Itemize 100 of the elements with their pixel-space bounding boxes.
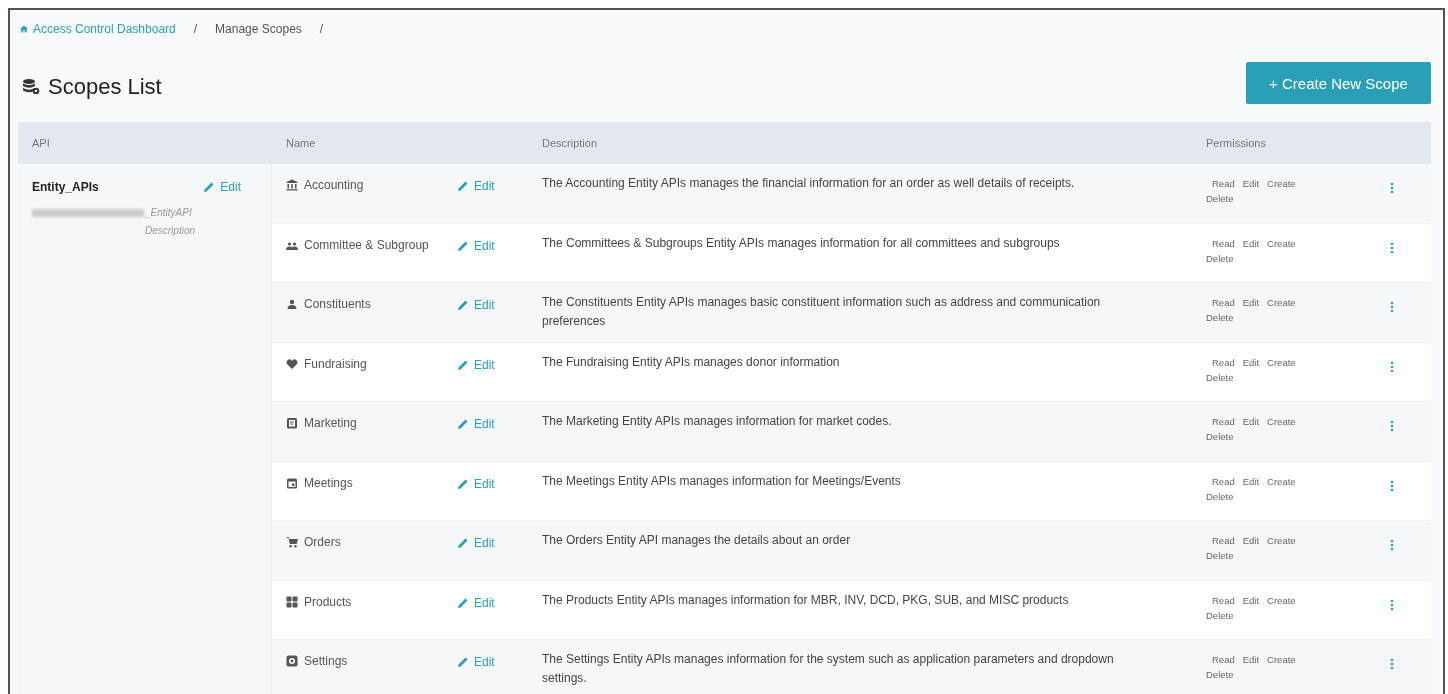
scope-description: The Settings Entity APIs manages information for the system such as application parameters and dropdown settings. xyxy=(542,652,1114,685)
permission-label: Create xyxy=(1267,356,1296,368)
permission-label: Edit xyxy=(1242,535,1260,546)
permission-label: Delete xyxy=(1206,669,1234,680)
permission-label: Edit xyxy=(1242,237,1260,249)
breadcrumb-separator: / xyxy=(319,22,324,36)
permission-label: Delete xyxy=(1206,490,1234,502)
permission-label: Edit xyxy=(1242,594,1260,606)
edit-link[interactable]: Edit xyxy=(457,536,495,550)
column-header: Name xyxy=(285,137,317,149)
permission-label: Delete xyxy=(1206,550,1234,561)
breadcrumb-separator: / xyxy=(193,22,198,36)
permission-label: Edit xyxy=(1242,178,1260,189)
scope-name: Fundraising xyxy=(304,356,367,371)
pencil-icon xyxy=(457,537,469,549)
permission-label: Edit xyxy=(1242,475,1260,487)
page-title: Scopes List xyxy=(48,74,162,100)
more-options-icon[interactable] xyxy=(1388,479,1396,492)
permission-label: Delete xyxy=(1206,252,1234,264)
database-icon xyxy=(22,78,40,96)
more-options-icon[interactable] xyxy=(1388,241,1396,254)
scope-description: The Committees & Subgroups Entity APIs manages information for all committees and subgroups xyxy=(542,235,1060,250)
scope-description: The Fundraising Entity APIs manages donor information xyxy=(542,354,840,369)
permission-label: Delete xyxy=(1206,431,1234,442)
permission-label: Read xyxy=(1212,297,1235,308)
pencil-icon xyxy=(457,180,469,192)
scope-description: The Products Entity APIs manages information for MBR, INV, DCD, PKG, SUB, and MISC products xyxy=(542,592,1069,607)
clipboard-icon xyxy=(286,417,298,429)
edit-link[interactable]: Edit xyxy=(457,238,495,253)
pencil-icon xyxy=(457,299,469,311)
scope-description: The Meetings Entity APIs manages information for Meetings/Events xyxy=(542,473,901,488)
permission-label: Create xyxy=(1267,535,1296,546)
scope-name: Committee & Subgroup xyxy=(304,237,429,252)
edit-link[interactable]: Edit xyxy=(457,298,495,312)
edit-link[interactable]: Edit xyxy=(457,179,495,193)
breadcrumb-link[interactable]: Access Control Dashboard xyxy=(20,22,176,36)
edit-link[interactable]: Edit xyxy=(457,595,495,610)
permission-label: Read xyxy=(1212,594,1235,606)
scope-name: Constituents xyxy=(304,297,371,311)
pencil-icon xyxy=(457,239,469,252)
more-options-icon[interactable] xyxy=(1388,360,1396,373)
calendar-icon xyxy=(286,476,298,489)
api-description: _EntityAPI Description xyxy=(145,206,197,238)
permission-label: Delete xyxy=(1206,193,1234,204)
grid-icon xyxy=(286,595,298,608)
permission-label: Create xyxy=(1267,594,1296,606)
api-name: Entity_APIs xyxy=(32,180,99,194)
pencil-icon xyxy=(457,358,469,371)
scope-description: The Accounting Entity APIs manages the financial information for an order as well details of receipts. xyxy=(542,176,1075,190)
scope-name: Settings xyxy=(304,654,348,668)
permission-label: Delete xyxy=(1206,371,1234,383)
scope-description: The Orders Entity API manages the details about an order xyxy=(542,533,851,547)
breadcrumb-current: Manage Scopes xyxy=(215,22,302,36)
column-header: Permissions xyxy=(1205,137,1267,149)
create-scope-button[interactable]: + Create New Scope xyxy=(1246,62,1431,104)
scope-description: The Marketing Entity APIs manages information for market codes. xyxy=(542,414,892,428)
permission-label: Create xyxy=(1267,297,1296,308)
more-options-icon[interactable] xyxy=(1388,539,1396,551)
pencil-icon xyxy=(457,477,469,490)
heart-icon xyxy=(286,357,298,370)
permission-label: Read xyxy=(1212,475,1235,487)
column-header: API xyxy=(31,137,51,149)
permission-label: Create xyxy=(1267,654,1296,665)
scope-name: Meetings xyxy=(304,475,353,490)
column-header: Description xyxy=(541,137,599,149)
person-icon xyxy=(286,298,298,310)
permission-label: Edit xyxy=(1242,297,1260,308)
permission-label: Read xyxy=(1212,356,1235,368)
permission-label: Edit xyxy=(1242,416,1260,427)
permission-label: Read xyxy=(1212,535,1235,546)
permission-label: Read xyxy=(1212,178,1235,189)
pencil-icon xyxy=(457,418,469,430)
permission-label: Read xyxy=(1212,237,1235,249)
permission-label: Read xyxy=(1212,416,1235,427)
scope-name: Accounting xyxy=(304,178,364,192)
permission-label: Edit xyxy=(1242,654,1260,665)
scope-name: Products xyxy=(304,594,352,609)
permission-label: Create xyxy=(1267,178,1296,189)
home-icon xyxy=(20,25,28,33)
permission-label: Read xyxy=(1212,654,1235,665)
bank-icon xyxy=(286,179,298,191)
edit-link[interactable]: Edit xyxy=(457,476,495,491)
permission-label: Create xyxy=(1267,475,1296,487)
more-options-icon[interactable] xyxy=(1388,420,1396,432)
edit-link[interactable]: Edit xyxy=(457,417,495,431)
permission-label: Create xyxy=(1267,416,1296,427)
pencil-icon xyxy=(457,596,469,609)
more-options-icon[interactable] xyxy=(1388,301,1396,313)
scope-name: Marketing xyxy=(304,416,357,430)
settings-icon xyxy=(286,655,298,667)
cart-icon xyxy=(286,536,298,548)
more-options-icon[interactable] xyxy=(1388,598,1396,611)
more-options-icon[interactable] xyxy=(1388,658,1396,670)
more-options-icon[interactable] xyxy=(1388,182,1396,194)
permission-label: Create xyxy=(1267,237,1296,249)
edit-link[interactable]: Edit xyxy=(203,180,241,194)
edit-link[interactable]: Edit xyxy=(457,655,495,669)
edit-link[interactable]: Edit xyxy=(457,357,495,372)
scope-name: Orders xyxy=(304,535,341,549)
pencil-icon xyxy=(203,181,216,193)
